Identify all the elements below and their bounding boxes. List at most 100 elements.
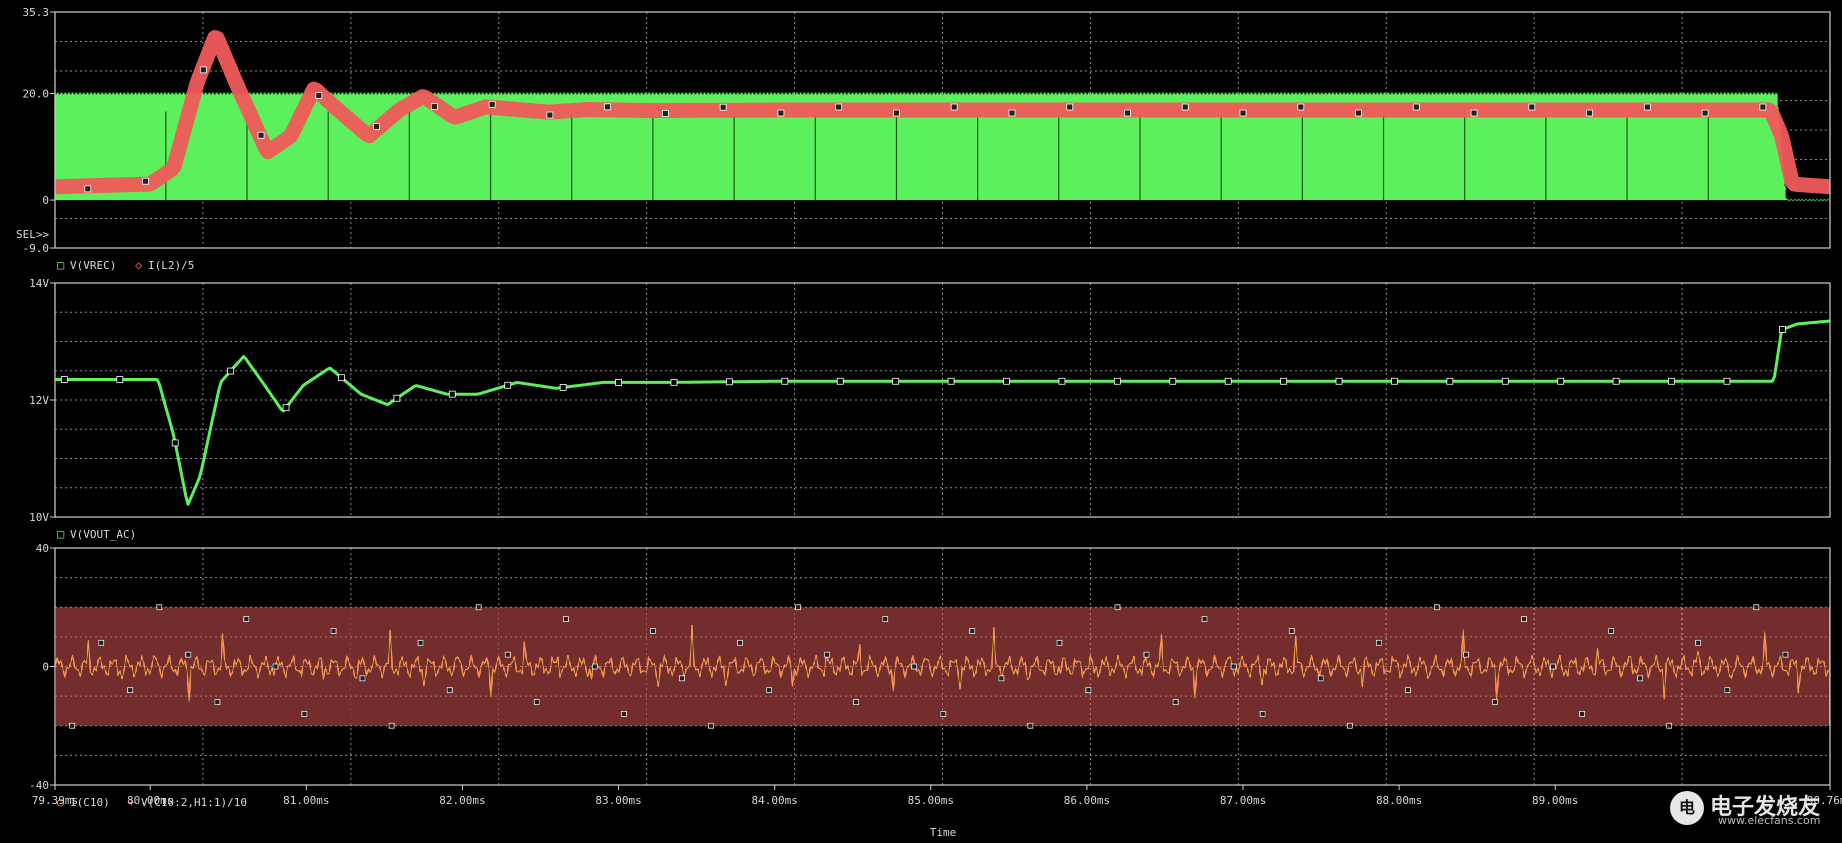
series-marker (1446, 377, 1454, 385)
series-marker (1753, 604, 1760, 611)
series-marker (388, 722, 395, 729)
series-marker (766, 687, 772, 694)
series-marker (1003, 377, 1010, 385)
x-tick-label: 81.00ms (283, 794, 329, 807)
series-marker (1288, 628, 1295, 634)
series-marker (1181, 103, 1189, 111)
series-marker (69, 722, 76, 729)
series-marker (1085, 687, 1092, 694)
x-tick-label: 89.00ms (1532, 794, 1578, 807)
series-marker (1259, 711, 1266, 717)
series-marker (393, 394, 401, 402)
legend-label: V(VOUT_AC) (70, 528, 136, 541)
series-marker (1724, 687, 1731, 694)
watermark-logo-icon: 电 (1670, 791, 1704, 825)
series-marker (1056, 639, 1063, 646)
y-tick-label: 35.3 (23, 6, 50, 19)
series-marker (171, 439, 179, 447)
series-marker (781, 377, 789, 385)
watermark-url: www.elecfans.com (1718, 814, 1821, 827)
x-tick-label: 82.00ms (439, 794, 485, 807)
series-marker (947, 377, 955, 385)
series-marker (1501, 377, 1509, 385)
y-tick-label: 20.0 (23, 88, 50, 101)
series-marker (662, 110, 669, 117)
series-marker (1172, 699, 1179, 705)
series-marker (504, 651, 511, 658)
series-marker (726, 378, 733, 386)
series-marker (1297, 103, 1305, 111)
series-marker (257, 131, 265, 139)
y-tick-label: 0 (42, 194, 49, 207)
series-marker (1586, 109, 1593, 117)
series-marker (1113, 377, 1121, 385)
series-marker (1557, 377, 1565, 385)
series-marker (1375, 639, 1382, 646)
series-marker (430, 103, 438, 111)
y-tick-label: -9.0 (23, 242, 50, 255)
series-marker (1550, 663, 1556, 670)
series-marker (272, 663, 279, 670)
series-marker (1346, 722, 1353, 729)
cursor-label: SEL>> (16, 228, 49, 241)
series-marker (1008, 109, 1016, 117)
series-marker (836, 377, 844, 385)
series-marker (127, 687, 134, 694)
y-tick-label: 0 (42, 661, 49, 674)
watermark: 电 电子发烧友 www.elecfans.com (1670, 787, 1820, 829)
series-marker (1317, 675, 1324, 682)
series-marker (1608, 628, 1614, 634)
series-marker (559, 384, 567, 391)
series-marker (1666, 722, 1673, 729)
series-marker (1612, 377, 1620, 385)
x-tick-label: 86.00ms (1064, 794, 1110, 807)
y-tick-label: 40 (36, 542, 49, 555)
series-marker (185, 651, 192, 658)
series-marker (1239, 109, 1247, 117)
x-tick-label: 83.00ms (595, 794, 641, 807)
series-marker (1114, 604, 1121, 611)
series-marker (1280, 377, 1288, 385)
series-marker (156, 604, 163, 611)
series-marker (604, 103, 612, 111)
series-marker (1335, 377, 1343, 385)
series-marker (417, 639, 424, 646)
series-marker (546, 111, 554, 119)
series-marker (1778, 326, 1786, 333)
series-marker (142, 177, 149, 185)
y-tick-label: -40 (29, 779, 49, 792)
series-marker (373, 123, 380, 130)
series-marker (1637, 675, 1644, 682)
series-marker (504, 381, 512, 389)
legend-marker: □ (57, 258, 64, 272)
series-marker (1412, 103, 1420, 111)
series-marker (1058, 377, 1066, 385)
series-marker (301, 711, 308, 717)
series-marker (1124, 109, 1131, 117)
series-marker (1391, 377, 1398, 385)
series-marker (60, 376, 68, 383)
legend-label: I(L2)/5 (148, 259, 194, 272)
series-marker (214, 699, 221, 705)
series-marker (670, 378, 678, 386)
series-marker (116, 376, 124, 383)
series-marker (795, 604, 801, 611)
oscilloscope-plot: 35.3 20.0 0 -9.0SEL>> □ V(VREC) ◇ I(L2)/5 14V 12V… (0, 0, 1842, 843)
legend-marker: □ (57, 527, 64, 541)
series-marker (330, 628, 337, 634)
series-marker (1521, 616, 1527, 622)
series-marker (1224, 377, 1232, 385)
x-tick-label: 80.00ms (127, 794, 173, 807)
series-marker (338, 374, 345, 382)
series-marker (1027, 722, 1034, 729)
series-marker (853, 699, 860, 705)
series-marker (1759, 103, 1767, 111)
series-marker (448, 390, 456, 398)
series-marker (1470, 109, 1478, 117)
series-marker (1579, 711, 1585, 717)
series-marker (650, 628, 656, 634)
series-marker (359, 675, 366, 682)
series-marker (475, 604, 482, 611)
series-marker (708, 722, 714, 729)
series-marker (1143, 651, 1150, 658)
